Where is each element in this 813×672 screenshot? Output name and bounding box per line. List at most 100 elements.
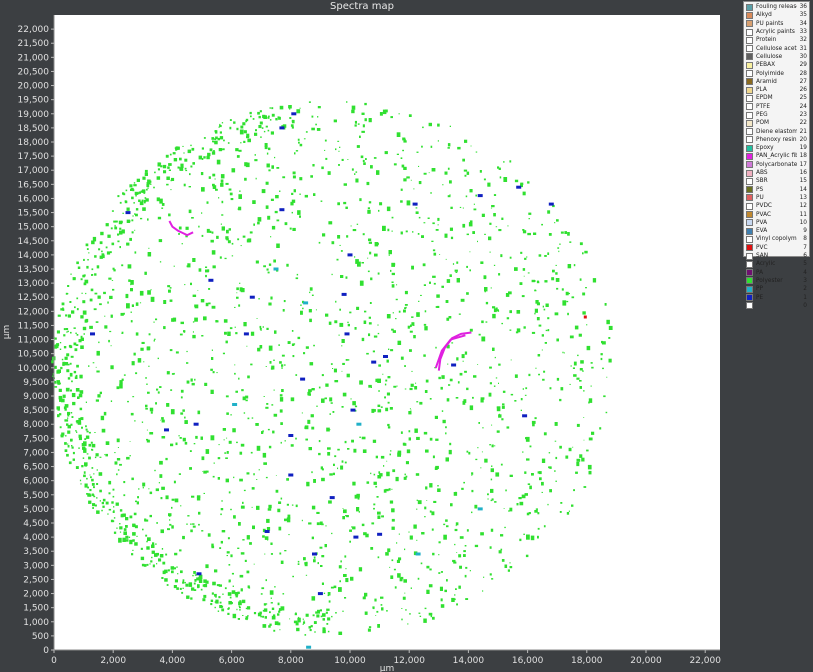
polyester-particle bbox=[280, 422, 283, 425]
particle-pe bbox=[371, 360, 377, 364]
polyester-particle bbox=[447, 143, 451, 147]
polyester-particle bbox=[480, 399, 484, 403]
polyester-particle bbox=[454, 528, 458, 532]
polyester-particle bbox=[303, 621, 306, 624]
polyester-particle bbox=[271, 107, 274, 110]
polyester-particle bbox=[238, 605, 241, 607]
polyester-particle bbox=[438, 376, 441, 380]
polyester-particle bbox=[165, 553, 168, 556]
polyester-particle bbox=[157, 357, 159, 360]
polyester-particle bbox=[149, 563, 151, 565]
polyester-particle bbox=[403, 309, 406, 313]
polyester-particle bbox=[509, 256, 512, 259]
polyester-particle bbox=[441, 375, 445, 379]
polyester-particle bbox=[441, 410, 444, 412]
polyester-particle bbox=[72, 277, 76, 281]
polyester-particle bbox=[601, 340, 603, 344]
polyester-particle bbox=[96, 265, 100, 269]
polyester-particle bbox=[406, 176, 410, 179]
polyester-particle bbox=[371, 522, 375, 525]
polyester-particle bbox=[423, 354, 426, 357]
polyester-particle bbox=[579, 380, 582, 382]
legend-swatch bbox=[746, 211, 753, 219]
polyester-particle bbox=[311, 505, 316, 510]
polyester-particle bbox=[343, 183, 347, 186]
polyester-particle bbox=[95, 366, 97, 368]
x-tick-label: 12,000 bbox=[393, 656, 425, 666]
polyester-particle bbox=[136, 535, 138, 537]
polyester-particle bbox=[67, 330, 69, 333]
polyester-particle bbox=[554, 222, 556, 224]
legend-code: 32 bbox=[799, 37, 807, 44]
y-tick-label: 13,500 bbox=[18, 265, 50, 275]
polyester-particle bbox=[580, 360, 584, 364]
polyester-particle bbox=[236, 296, 239, 299]
polyester-particle bbox=[175, 442, 178, 446]
polyester-particle bbox=[602, 367, 604, 370]
polyester-particle bbox=[533, 232, 537, 235]
polyester-particle bbox=[409, 535, 413, 540]
polyester-particle bbox=[320, 200, 323, 202]
polyester-particle bbox=[56, 330, 60, 334]
legend-swatch bbox=[746, 119, 753, 127]
polyester-particle bbox=[279, 361, 282, 364]
polyester-particle bbox=[506, 317, 510, 320]
polyester-particle bbox=[227, 592, 232, 596]
polyester-particle bbox=[293, 189, 296, 193]
legend-label: Alkyd bbox=[756, 12, 772, 19]
polyester-particle bbox=[253, 612, 257, 615]
polyester-particle bbox=[489, 573, 492, 576]
polyester-particle bbox=[542, 305, 544, 308]
polyester-particle bbox=[529, 485, 532, 490]
polyester-particle bbox=[425, 486, 428, 490]
polyester-particle bbox=[303, 352, 306, 355]
polyester-particle bbox=[125, 525, 128, 528]
polyester-particle bbox=[95, 399, 99, 402]
polyester-particle bbox=[393, 163, 397, 166]
polyester-particle bbox=[194, 579, 197, 582]
polyester-particle bbox=[205, 449, 210, 454]
polyester-particle bbox=[372, 439, 377, 443]
particle-pe bbox=[243, 332, 249, 336]
polyester-particle bbox=[125, 539, 129, 542]
polyester-particle bbox=[201, 530, 204, 532]
polyester-particle bbox=[215, 320, 218, 323]
polyester-particle bbox=[71, 310, 75, 314]
polyester-particle bbox=[245, 399, 248, 402]
polyester-particle bbox=[388, 254, 390, 256]
legend-label: Polycarbonate bbox=[756, 161, 797, 168]
polyester-particle bbox=[124, 200, 127, 203]
polyester-particle bbox=[159, 261, 162, 263]
polyester-particle bbox=[64, 408, 67, 411]
polyester-particle bbox=[182, 587, 184, 589]
polyester-particle bbox=[398, 310, 401, 313]
polyester-particle bbox=[583, 439, 585, 441]
polyester-particle bbox=[231, 590, 236, 594]
polyester-particle bbox=[99, 303, 102, 306]
polyester-particle bbox=[161, 436, 166, 439]
polyester-particle bbox=[603, 395, 606, 398]
polyester-particle bbox=[344, 461, 347, 464]
polyester-particle bbox=[130, 280, 134, 285]
polyester-particle bbox=[102, 498, 106, 502]
polyester-particle bbox=[523, 275, 525, 277]
legend-item: PLA 26 bbox=[746, 86, 807, 94]
polyester-particle bbox=[211, 137, 215, 140]
polyester-particle bbox=[276, 243, 280, 248]
polyester-particle bbox=[177, 573, 179, 575]
polyester-particle bbox=[64, 404, 69, 408]
polyester-particle bbox=[429, 281, 431, 284]
polyester-particle bbox=[141, 421, 144, 423]
polyester-particle bbox=[228, 491, 231, 494]
polyester-particle bbox=[61, 302, 65, 306]
polyester-particle bbox=[266, 268, 269, 271]
polyester-particle bbox=[203, 156, 206, 159]
polyester-particle bbox=[108, 277, 112, 280]
polyester-particle bbox=[169, 349, 173, 352]
polyester-particle bbox=[224, 257, 227, 260]
legend-label: Vinyl copolymer bbox=[756, 236, 797, 243]
polyester-particle bbox=[563, 352, 565, 354]
legend-swatch bbox=[746, 260, 753, 268]
particle-pe bbox=[477, 194, 483, 198]
polyester-particle bbox=[498, 167, 501, 170]
